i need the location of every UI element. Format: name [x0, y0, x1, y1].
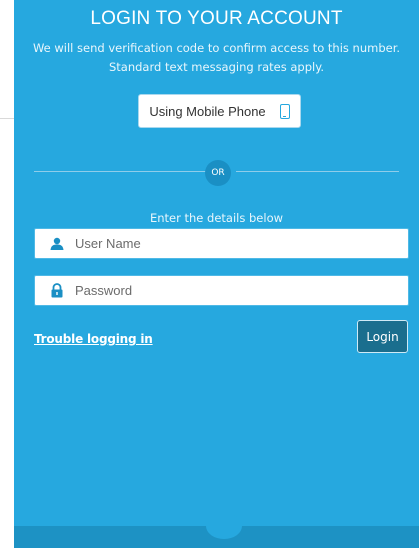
or-badge: OR [205, 160, 231, 186]
login-button[interactable]: Login [357, 320, 408, 353]
or-label: OR [211, 168, 225, 178]
using-mobile-phone-button[interactable]: Using Mobile Phone [138, 94, 301, 128]
trouble-logging-in-link[interactable]: Trouble logging in [34, 332, 153, 346]
details-label: Enter the details below [149, 211, 284, 225]
username-field[interactable] [34, 228, 409, 259]
or-divider-right [236, 171, 399, 172]
user-icon [49, 236, 65, 252]
page-title: LOGIN TO YOUR ACCOUNT [90, 8, 343, 29]
or-divider-left [34, 171, 206, 172]
mobile-phone-icon [279, 103, 290, 119]
footer-notch [206, 513, 242, 539]
subtitle-line-1: We will send verification code to confir… [32, 41, 401, 55]
lock-icon [49, 283, 65, 299]
subtitle-line-2: Standard text messaging rates apply. [108, 60, 325, 74]
password-field[interactable] [34, 275, 409, 306]
password-input[interactable] [75, 283, 375, 298]
background-divider [0, 118, 14, 119]
login-panel: LOGIN TO YOUR ACCOUNT We will send verif… [14, 0, 419, 548]
username-input[interactable] [75, 236, 375, 251]
mobile-button-label: Using Mobile Phone [149, 103, 266, 119]
